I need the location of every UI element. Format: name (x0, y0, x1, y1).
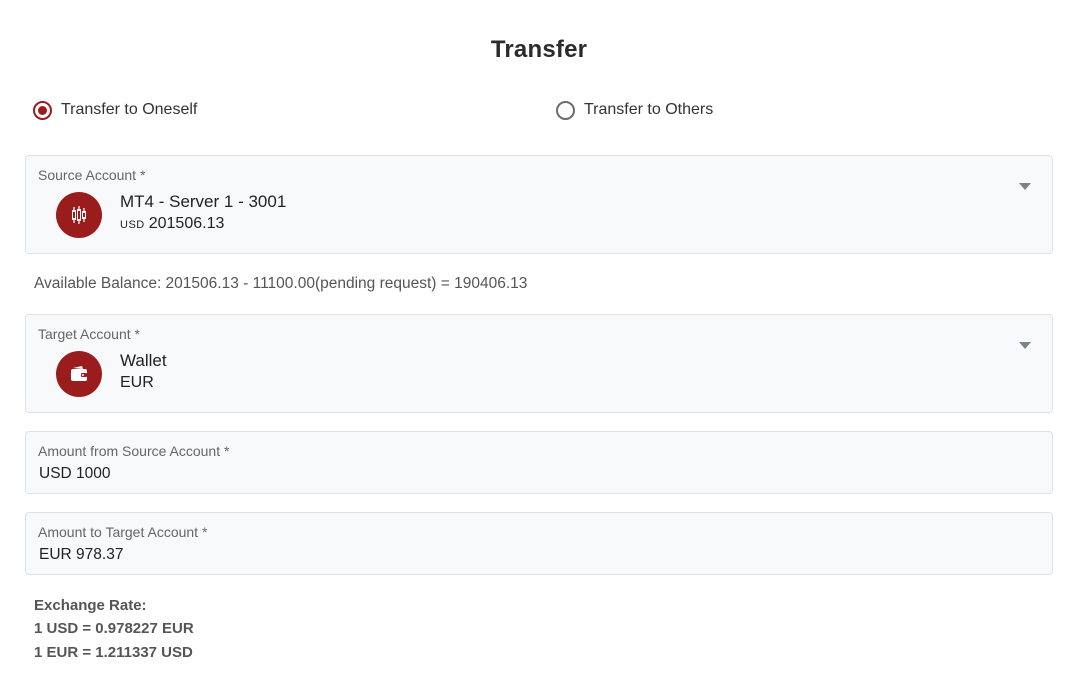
radio-label-oneself: Transfer to Oneself (61, 101, 198, 118)
target-account-select[interactable]: Target Account * Wallet EUR (25, 314, 1053, 413)
source-account-select[interactable]: Source Account * MT4 - Server 1 - 3001 U… (25, 155, 1053, 254)
radio-unchecked-icon[interactable] (556, 100, 575, 120)
radio-transfer-to-oneself[interactable]: Transfer to Oneself (33, 98, 197, 122)
available-balance-text: Available Balance: 201506.13 - 11100.00(… (34, 275, 528, 292)
radio-transfer-to-others[interactable]: Transfer to Others (556, 98, 713, 122)
source-account-label: Source Account * (38, 167, 146, 183)
amount-to-label: Amount to Target Account * (38, 524, 208, 540)
amount-to-input[interactable] (39, 546, 1039, 564)
page-title: Transfer (490, 36, 588, 63)
source-account-currency: USD (120, 219, 145, 231)
target-account-name: Wallet (120, 351, 167, 370)
amount-from-field[interactable]: Amount from Source Account * (25, 431, 1053, 494)
exchange-rate-eur-usd: 1 EUR = 1.211337 USD (34, 644, 193, 661)
source-account-name: MT4 - Server 1 - 3001 (120, 192, 287, 211)
wallet-icon (56, 351, 102, 397)
radio-checked-icon[interactable] (33, 100, 52, 120)
source-account-balance: 201506.13 (148, 215, 225, 232)
amount-to-field[interactable]: Amount to Target Account * (25, 512, 1053, 575)
radio-label-others: Transfer to Others (584, 101, 714, 118)
candlestick-chart-icon (56, 192, 102, 238)
chevron-down-icon[interactable] (1019, 183, 1031, 190)
amount-from-label: Amount from Source Account * (38, 443, 230, 459)
amount-from-input[interactable] (39, 465, 1039, 483)
source-account-balance-line: USD 201506.13 (120, 215, 224, 233)
target-account-currency: EUR (120, 374, 154, 391)
exchange-rate-usd-eur: 1 USD = 0.978227 EUR (34, 620, 194, 637)
target-account-label: Target Account * (38, 326, 140, 342)
chevron-down-icon[interactable] (1019, 342, 1031, 349)
exchange-rate-heading: Exchange Rate: (34, 597, 147, 614)
